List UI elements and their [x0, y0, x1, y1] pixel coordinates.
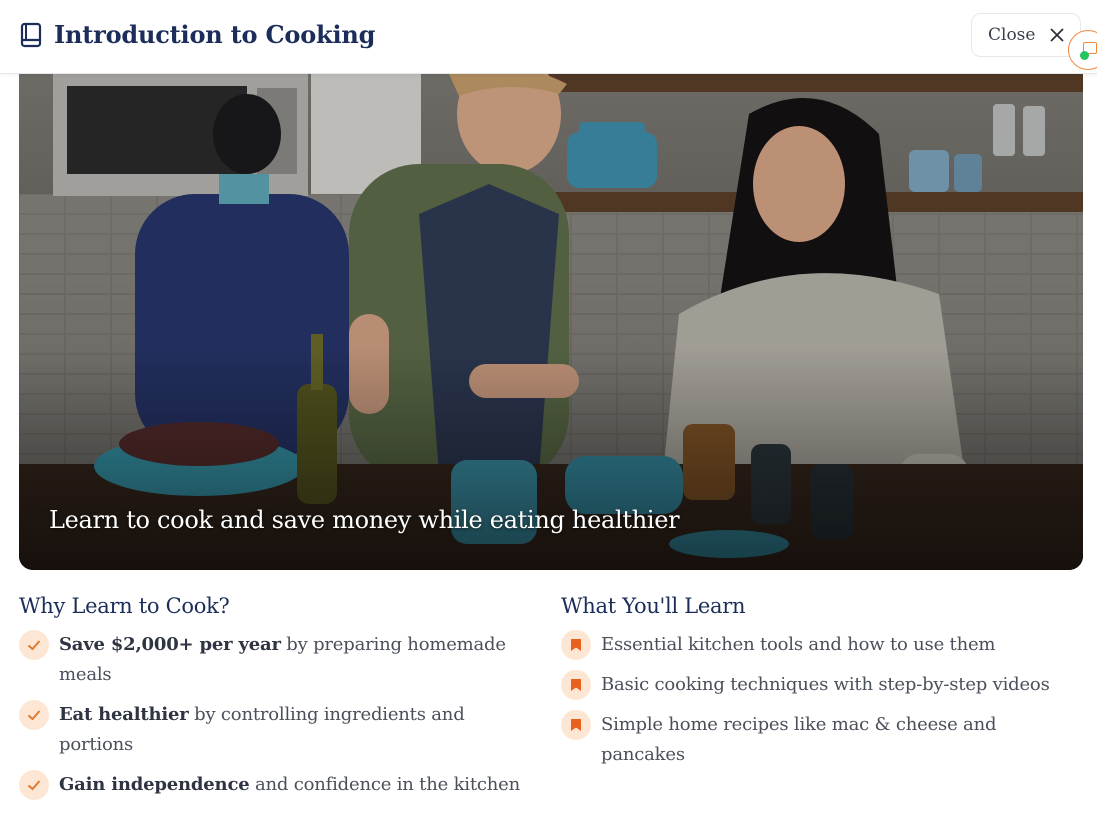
list-item: Simple home recipes like mac & cheese an…: [561, 710, 1091, 770]
list-item: Eat healthier by controlling ingredients…: [19, 700, 539, 760]
checkmark-icon: [19, 770, 49, 800]
why-heading: Why Learn to Cook?: [19, 594, 230, 618]
learn-heading: What You'll Learn: [561, 594, 746, 618]
kitchen-photo: [19, 74, 1083, 570]
why-item-text: Eat healthier by controlling ingredients…: [59, 704, 465, 755]
bookmark-icon: [561, 710, 591, 740]
hero-image: Learn to cook and save money while eatin…: [19, 74, 1083, 570]
learn-item-text: Essential kitchen tools and how to use t…: [601, 634, 996, 655]
learn-item-text: Basic cooking techniques with step-by-st…: [601, 674, 1050, 695]
checkmark-icon: [19, 630, 49, 660]
why-section: Why Learn to Cook? Save $2,000+ per year…: [19, 594, 539, 810]
hero-caption: Learn to cook and save money while eatin…: [49, 506, 680, 534]
checkmark-icon: [19, 700, 49, 730]
learn-item-text: Simple home recipes like mac & cheese an…: [601, 714, 997, 765]
why-item-text: Save $2,000+ per year by preparing homem…: [59, 634, 506, 685]
why-item-text: Gain independence and confidence in the …: [59, 774, 520, 795]
book-icon: [20, 22, 42, 48]
learn-section: What You'll Learn Essential kitchen tool…: [561, 594, 1091, 780]
list-item: Basic cooking techniques with step-by-st…: [561, 670, 1091, 700]
close-label: Close: [988, 25, 1036, 45]
bookmark-icon: [561, 670, 591, 700]
close-button[interactable]: Close: [971, 13, 1081, 57]
close-icon: [1049, 27, 1065, 43]
why-list: Save $2,000+ per year by preparing homem…: [19, 630, 539, 800]
page-title: Introduction to Cooking: [54, 20, 376, 49]
list-item: Save $2,000+ per year by preparing homem…: [19, 630, 539, 690]
modal-header: Introduction to Cooking Close: [0, 0, 1097, 74]
online-status-dot: [1080, 51, 1089, 60]
bookmark-icon: [561, 630, 591, 660]
learn-list: Essential kitchen tools and how to use t…: [561, 630, 1091, 770]
list-item: Gain independence and confidence in the …: [19, 770, 539, 800]
list-item: Essential kitchen tools and how to use t…: [561, 630, 1091, 660]
title-group: Introduction to Cooking: [20, 20, 375, 49]
